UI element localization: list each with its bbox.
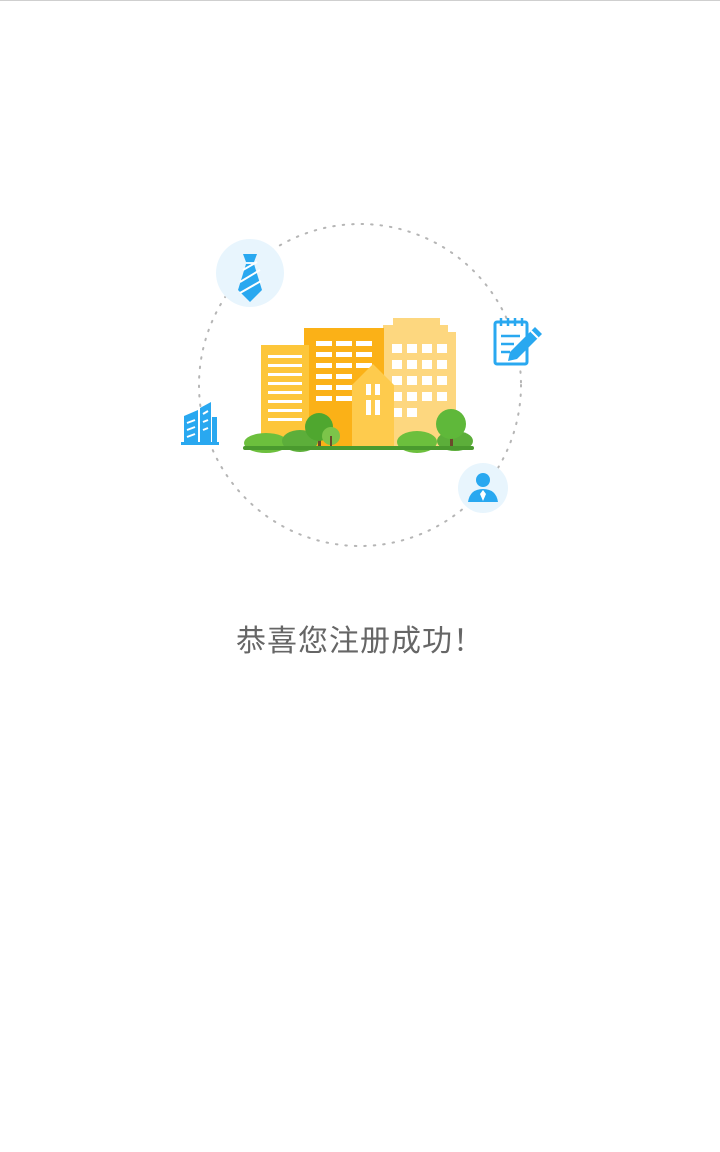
notepad-pencil-icon (493, 318, 542, 366)
tie-icon (216, 239, 284, 307)
person-icon (458, 463, 508, 513)
illustration-svg (181, 223, 542, 547)
success-message: 恭喜您注册成功！ (236, 624, 484, 659)
office-building-icon (181, 402, 219, 445)
registration-success-screen: 恭喜您注册成功！ (0, 0, 720, 1152)
city-buildings-icon (243, 318, 474, 453)
success-illustration (0, 0, 720, 600)
